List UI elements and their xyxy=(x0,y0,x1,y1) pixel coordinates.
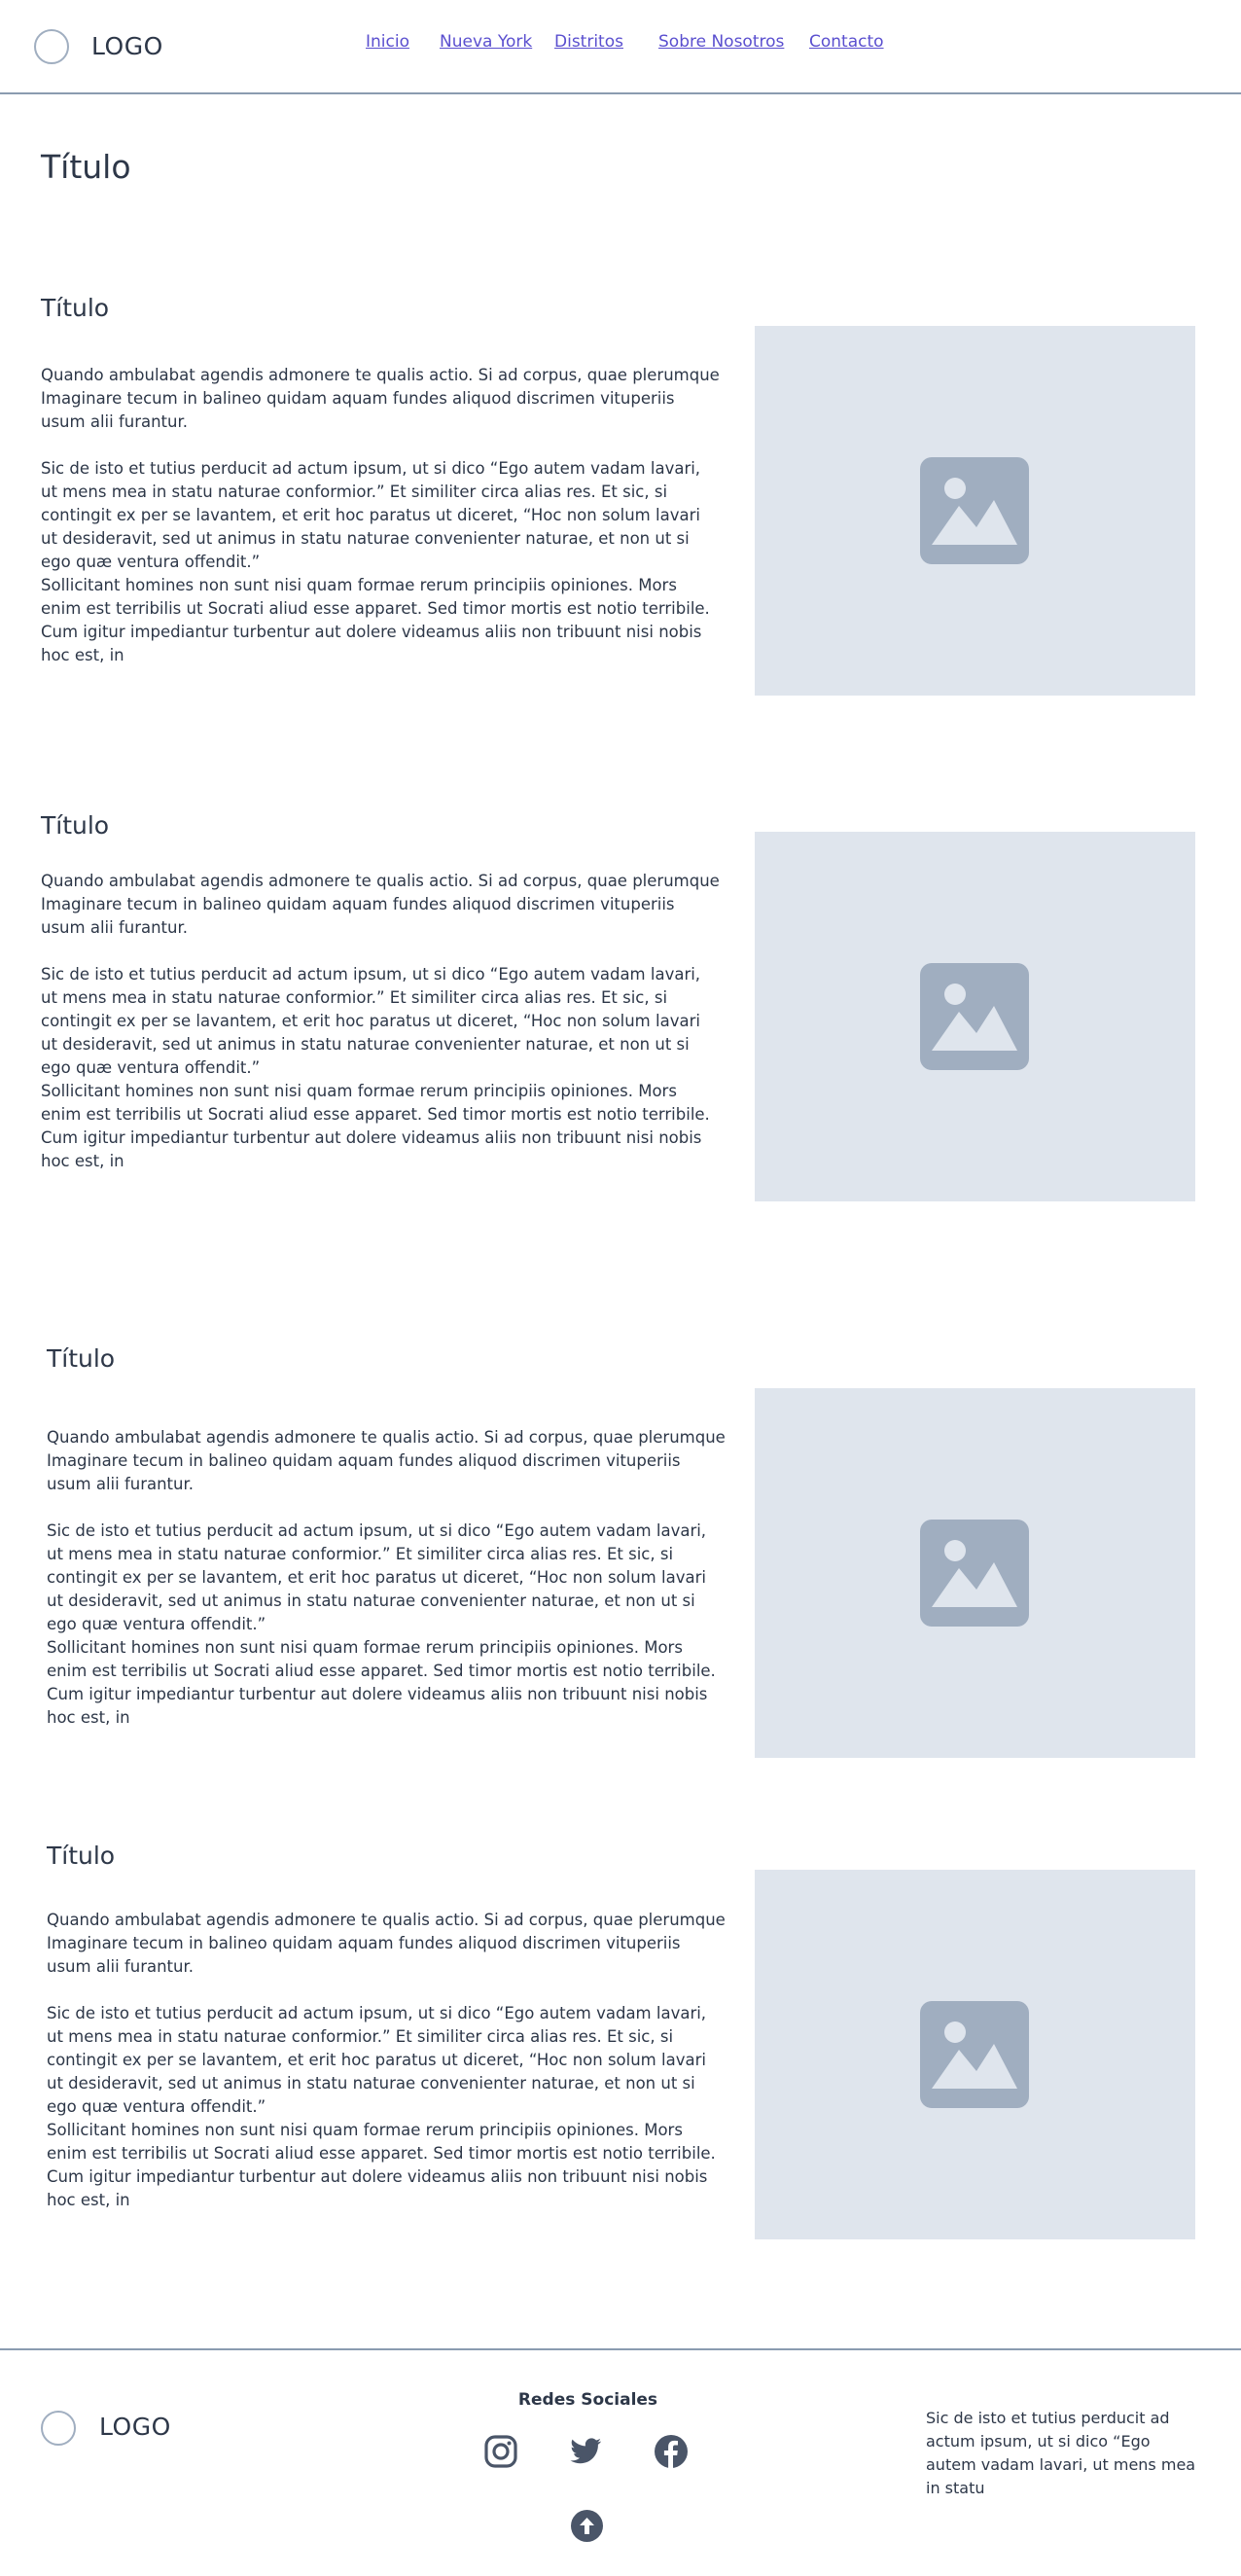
image-placeholder-icon xyxy=(920,963,1029,1070)
section-paragraph: Quando ambulabat agendis admonere te qua… xyxy=(41,872,720,937)
facebook-icon[interactable] xyxy=(654,2434,689,2469)
nav-link-sobre-nosotros[interactable]: Sobre Nosotros xyxy=(658,32,784,52)
image-placeholder-icon xyxy=(920,2001,1029,2108)
section-title: Título xyxy=(47,1842,116,1870)
section-paragraph: Sic de isto et tutius perducit ad actum … xyxy=(47,1521,707,1633)
section-title: Título xyxy=(47,1344,116,1373)
site-header: LOGO Inicio Nueva York Distritos Sobre N… xyxy=(0,0,1241,94)
section-paragraph: Sic de isto et tutius perducit ad actum … xyxy=(47,2004,707,2116)
footer-text: Sic de isto et tutius perducit ad actum … xyxy=(926,2409,1196,2497)
nav-link-inicio[interactable]: Inicio xyxy=(366,32,409,52)
section-paragraph: Sollicitant homines non sunt nisi quam f… xyxy=(41,576,710,664)
footer-logo-text[interactable]: LOGO xyxy=(99,2413,171,2441)
image-placeholder xyxy=(755,326,1195,696)
section-title: Título xyxy=(41,294,110,322)
section-paragraph: Quando ambulabat agendis admonere te qua… xyxy=(47,1911,726,1976)
back-to-top-button[interactable] xyxy=(571,2510,603,2542)
nav-link-contacto[interactable]: Contacto xyxy=(809,32,884,52)
image-placeholder xyxy=(755,1870,1195,2239)
logo-circle-icon[interactable] xyxy=(34,29,69,64)
section-paragraph: Sollicitant homines non sunt nisi quam f… xyxy=(41,1082,710,1170)
section-paragraph: Sic de isto et tutius perducit ad actum … xyxy=(41,459,701,571)
twitter-icon[interactable] xyxy=(568,2434,603,2469)
instagram-icon[interactable] xyxy=(483,2434,518,2469)
image-placeholder xyxy=(755,1388,1195,1758)
image-placeholder-icon xyxy=(920,457,1029,564)
nav-link-nueva-york[interactable]: Nueva York xyxy=(440,32,532,52)
section-paragraph: Quando ambulabat agendis admonere te qua… xyxy=(41,366,720,431)
nav-link-distritos[interactable]: Distritos xyxy=(554,32,623,52)
section-paragraph: Quando ambulabat agendis admonere te qua… xyxy=(47,1428,726,1493)
section-paragraph: Sollicitant homines non sunt nisi quam f… xyxy=(47,1638,716,1727)
section-title: Título xyxy=(41,811,110,840)
section-paragraph: Sic de isto et tutius perducit ad actum … xyxy=(41,965,701,1077)
footer-logo-circle-icon[interactable] xyxy=(41,2411,76,2446)
page-title: Título xyxy=(41,148,131,186)
image-placeholder xyxy=(755,832,1195,1201)
section-paragraph: Sollicitant homines non sunt nisi quam f… xyxy=(47,2121,716,2209)
footer-divider xyxy=(0,2348,1241,2350)
logo-text[interactable]: LOGO xyxy=(91,32,163,60)
image-placeholder-icon xyxy=(920,1520,1029,1627)
arrow-up-icon xyxy=(580,2518,594,2534)
